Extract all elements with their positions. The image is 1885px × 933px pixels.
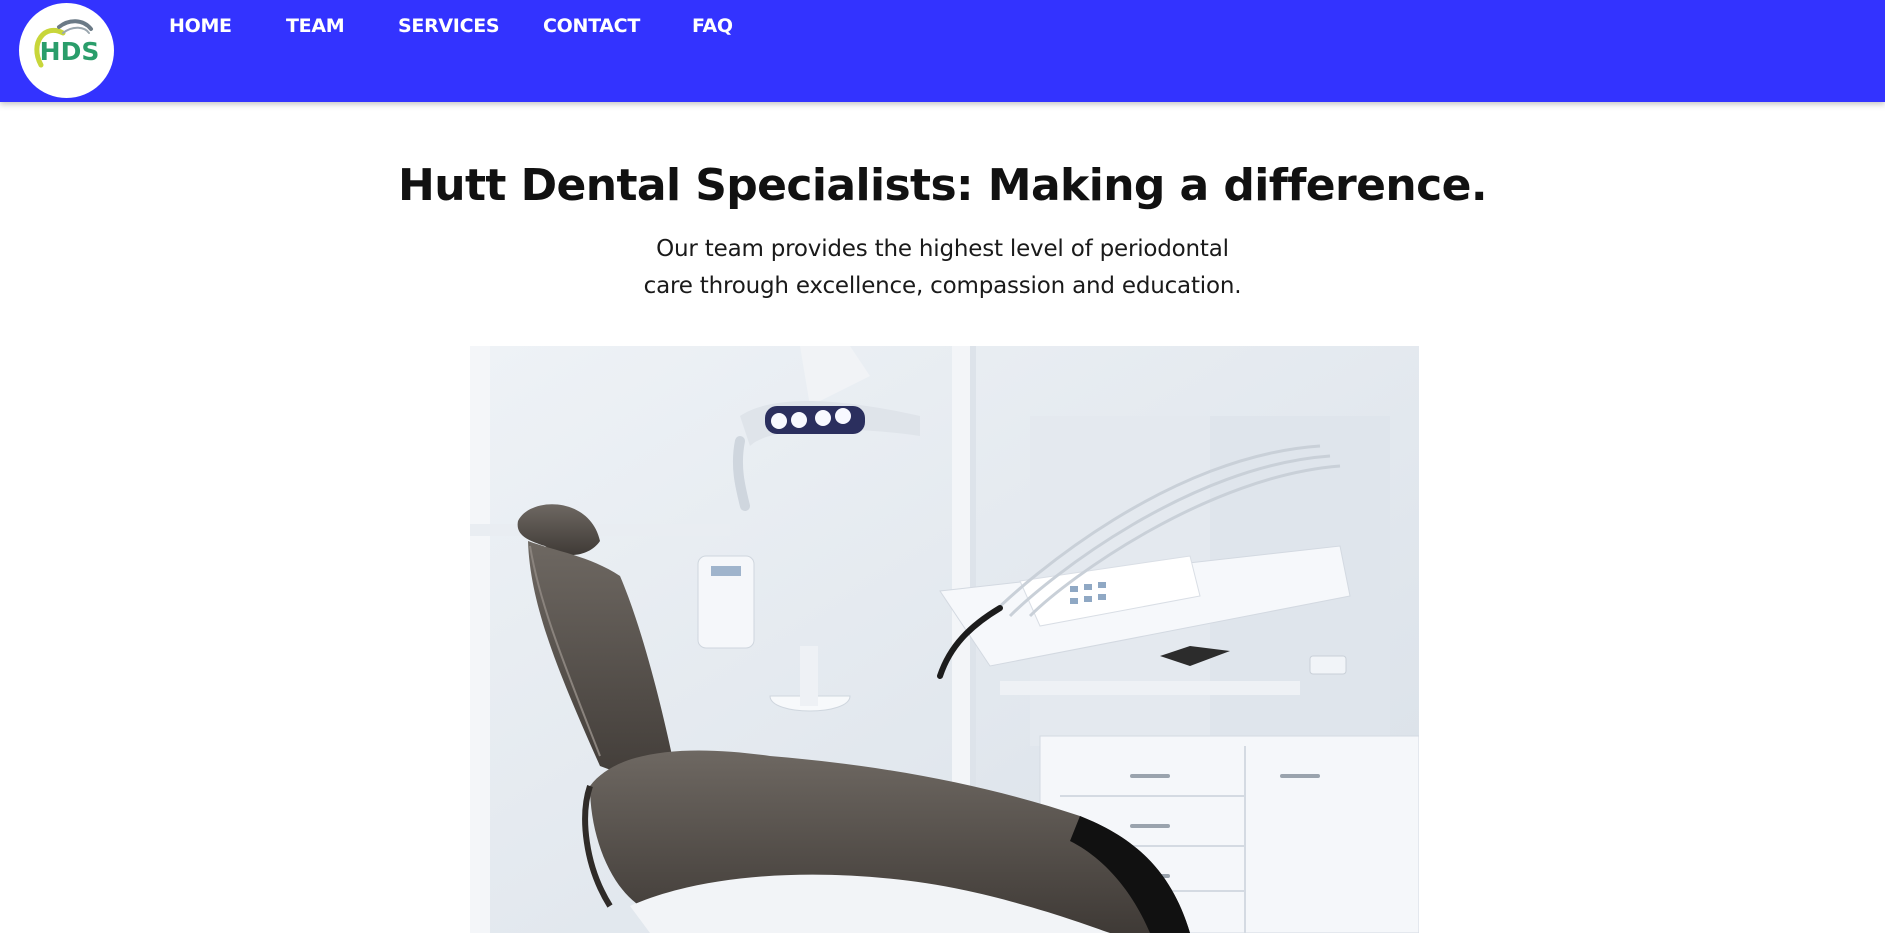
hds-logo[interactable]: HDS [19,3,114,98]
nav-team[interactable]: TEAM [286,15,345,37]
nav-home[interactable]: HOME [169,15,232,37]
nav-services[interactable]: SERVICES [398,15,500,37]
hero-subtitle-line-2: care through excellence, compassion and … [643,273,1242,299]
dental-chair-image [470,346,1419,933]
nav-faq[interactable]: FAQ [692,15,733,37]
page-title: Hutt Dental Specialists: Making a differ… [398,160,1488,211]
dental-chair-photo [470,346,1419,933]
nav-contact[interactable]: CONTACT [543,15,640,37]
hero-subtitle-line-1: Our team provides the highest level of p… [656,236,1229,262]
site-header: HDS HOME TEAM SERVICES CONTACT FAQ [0,0,1885,102]
logo-text: HDS [39,37,100,66]
